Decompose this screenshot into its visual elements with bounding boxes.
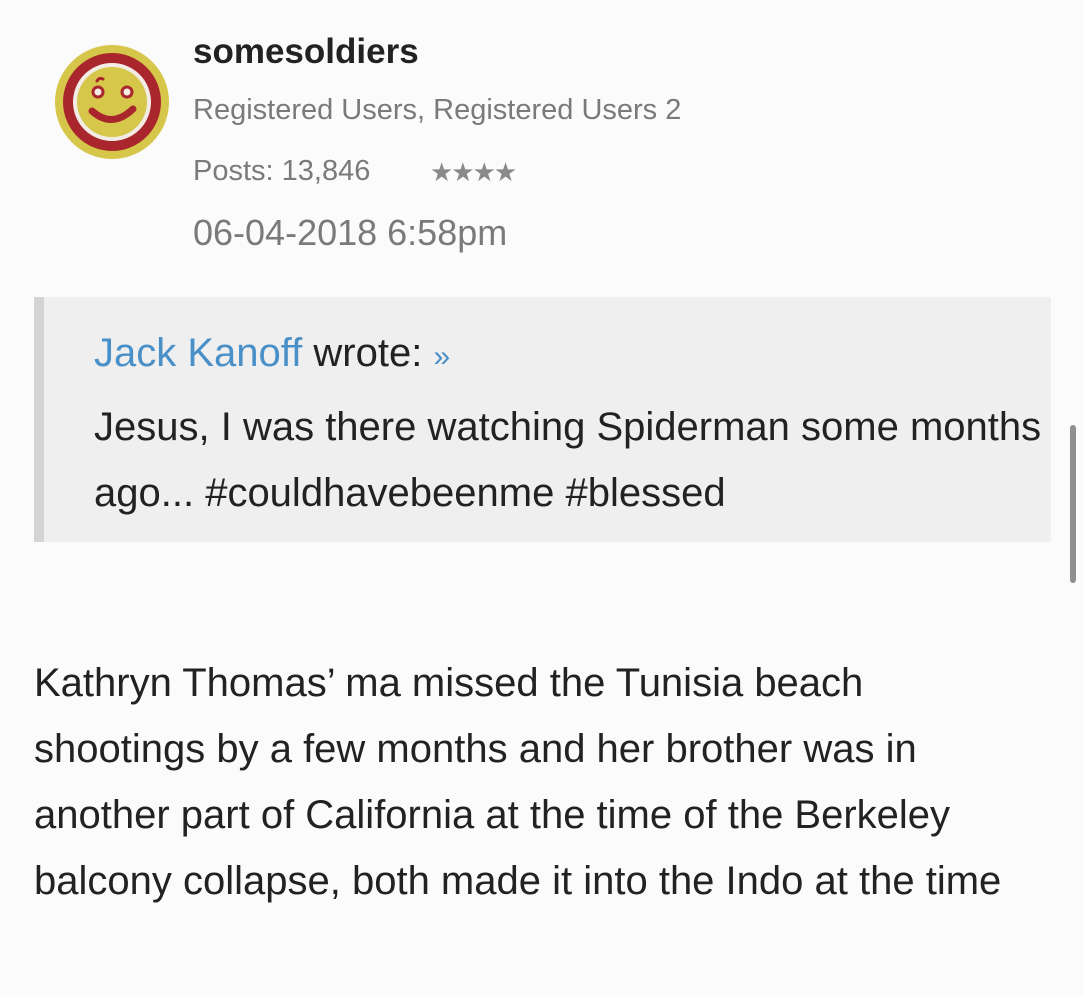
quote-header: Jack Kanoff wrote: » (94, 331, 450, 376)
post-timestamp[interactable]: 06-04-2018 6:58pm (193, 212, 507, 254)
quote-wrote-label: wrote: (302, 331, 434, 375)
smiley-wink-icon (55, 45, 169, 159)
quote-block: Jack Kanoff wrote: » Jesus, I was there … (34, 297, 1051, 542)
avatar[interactable] (53, 43, 171, 161)
quote-jump-icon[interactable]: » (433, 340, 450, 373)
rank-stars-icon: ★★★★ (430, 157, 517, 187)
quote-text: Jesus, I was there watching Spiderman so… (94, 405, 1042, 515)
scrollbar[interactable] (1070, 425, 1076, 583)
author-username[interactable]: somesoldiers (193, 32, 419, 72)
author-post-count: Posts: 13,846 (193, 155, 371, 187)
post-body: Kathryn Thomas’ ma missed the Tunisia be… (34, 661, 1002, 903)
quote-author-link[interactable]: Jack Kanoff (94, 331, 302, 375)
forum-post: somesoldiers Registered Users, Registere… (0, 0, 1084, 995)
author-roles: Registered Users, Registered Users 2 (193, 94, 682, 126)
